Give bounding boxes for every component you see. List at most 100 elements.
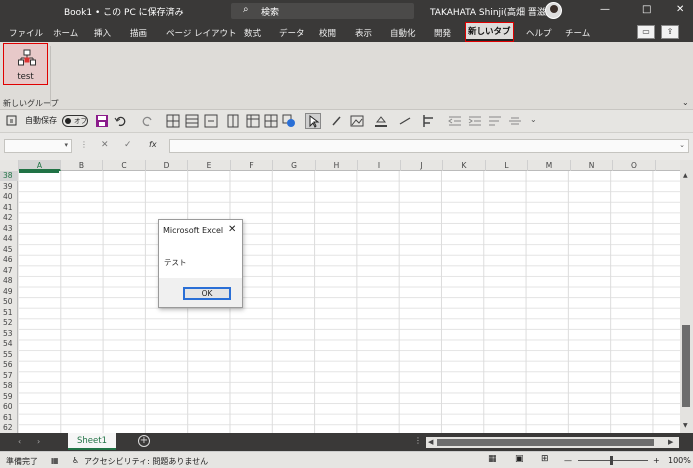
- zoom-slider[interactable]: [578, 460, 648, 461]
- page-layout-view-icon[interactable]: ▣: [515, 454, 524, 464]
- column-header-f[interactable]: F: [231, 160, 273, 171]
- tab-formulas[interactable]: 数式: [244, 27, 261, 39]
- column-header-e[interactable]: E: [188, 160, 231, 171]
- borders-icon[interactable]: [166, 114, 180, 128]
- tab-page-layout[interactable]: ページ レイアウト: [166, 27, 237, 39]
- collapse-ribbon-icon[interactable]: ⌄: [682, 98, 689, 107]
- row-header[interactable]: 41: [0, 203, 18, 213]
- name-box[interactable]: ▾: [4, 139, 72, 153]
- prev-sheet-icon[interactable]: ‹: [18, 437, 21, 446]
- row-header[interactable]: 55: [0, 350, 18, 360]
- ok-button[interactable]: OK: [183, 287, 231, 300]
- normal-view-icon[interactable]: ▦: [488, 454, 497, 464]
- column-header-o[interactable]: O: [613, 160, 656, 171]
- minimize-button[interactable]: —: [600, 4, 610, 15]
- vertical-scroll-thumb[interactable]: [682, 325, 690, 407]
- picture-icon[interactable]: [350, 114, 364, 128]
- column-header-h[interactable]: H: [316, 160, 358, 171]
- tab-review[interactable]: 校閲: [319, 27, 336, 39]
- comments-button[interactable]: ▭: [637, 25, 655, 39]
- row-header[interactable]: 51: [0, 308, 18, 318]
- row-header[interactable]: 61: [0, 413, 18, 423]
- column-header-c[interactable]: C: [103, 160, 146, 171]
- macro-record-icon[interactable]: ▦: [51, 456, 59, 465]
- enter-icon[interactable]: ✓: [124, 140, 132, 150]
- strikethrough-icon[interactable]: [508, 114, 522, 128]
- tab-draw[interactable]: 描画: [130, 27, 147, 39]
- row-header[interactable]: 58: [0, 381, 18, 391]
- expand-formula-icon[interactable]: ⌄: [679, 141, 685, 149]
- save-icon[interactable]: [95, 114, 109, 128]
- row-header[interactable]: 54: [0, 339, 18, 349]
- insert-column-icon[interactable]: [226, 114, 240, 128]
- row-header[interactable]: 62: [0, 423, 18, 433]
- table-icon[interactable]: [185, 114, 199, 128]
- row-header[interactable]: 46: [0, 255, 18, 265]
- row-header[interactable]: 39: [0, 182, 18, 192]
- column-header-l[interactable]: L: [486, 160, 528, 171]
- decrease-indent-icon[interactable]: [448, 114, 462, 128]
- column-header-k[interactable]: K: [443, 160, 486, 171]
- row-header[interactable]: 42: [0, 213, 18, 223]
- accessibility-status[interactable]: アクセシビリティ: 問題ありません: [84, 456, 208, 467]
- column-header-m[interactable]: M: [528, 160, 571, 171]
- worksheet-grid[interactable]: [19, 171, 680, 433]
- column-header-i[interactable]: I: [358, 160, 401, 171]
- zoom-in-icon[interactable]: +: [653, 456, 660, 465]
- zoom-out-icon[interactable]: —: [564, 456, 572, 465]
- tab-help[interactable]: ヘルプ: [526, 27, 552, 39]
- insert-function-icon[interactable]: fx: [149, 140, 157, 149]
- formula-bar-options-icon[interactable]: ⋮: [80, 140, 88, 149]
- row-header[interactable]: 38: [0, 171, 18, 181]
- scroll-up-icon[interactable]: ▲: [683, 172, 688, 179]
- scroll-down-icon[interactable]: ▼: [683, 422, 688, 429]
- tab-automate[interactable]: 自動化: [390, 27, 416, 39]
- line-color-icon[interactable]: [398, 114, 412, 128]
- row-header[interactable]: 44: [0, 234, 18, 244]
- sheet-bar-splitter-icon[interactable]: ⋮: [414, 436, 422, 445]
- row-header[interactable]: 57: [0, 371, 18, 381]
- tab-view[interactable]: 表示: [355, 27, 372, 39]
- row-header[interactable]: 60: [0, 402, 18, 412]
- format-painter-icon[interactable]: [330, 114, 344, 128]
- freeze-panes-icon[interactable]: [246, 114, 260, 128]
- tab-insert[interactable]: 挿入: [94, 27, 111, 39]
- tab-new-tab[interactable]: 新しいタブ: [465, 22, 514, 42]
- column-header-b[interactable]: B: [61, 160, 103, 171]
- shapes-icon[interactable]: [282, 114, 296, 128]
- tab-developer[interactable]: 開発: [434, 27, 451, 39]
- column-header-n[interactable]: N: [571, 160, 613, 171]
- autosave-toggle[interactable]: オフ: [62, 115, 88, 127]
- close-button[interactable]: ✕: [676, 4, 684, 15]
- row-header[interactable]: 48: [0, 276, 18, 286]
- scroll-left-icon[interactable]: ◀: [428, 438, 433, 446]
- grid-icon[interactable]: [264, 114, 278, 128]
- row-header[interactable]: 43: [0, 224, 18, 234]
- fill-color-icon[interactable]: [374, 114, 388, 128]
- column-header-d[interactable]: D: [146, 160, 188, 171]
- avatar[interactable]: [545, 2, 562, 19]
- undo-icon[interactable]: [114, 114, 128, 128]
- page-break-view-icon[interactable]: ⊞: [541, 454, 549, 464]
- column-header-g[interactable]: G: [273, 160, 316, 171]
- select-all-corner[interactable]: [0, 160, 19, 171]
- select-objects-icon[interactable]: [305, 113, 321, 129]
- column-header-a[interactable]: A: [19, 160, 61, 171]
- restore-button[interactable]: □: [642, 4, 651, 15]
- sheet-tab-sheet1[interactable]: Sheet1: [68, 433, 116, 450]
- scroll-right-icon[interactable]: ▶: [668, 438, 673, 446]
- zoom-slider-thumb[interactable]: [610, 456, 613, 465]
- share-button[interactable]: ⇪: [661, 25, 679, 39]
- tab-home[interactable]: ホーム: [53, 27, 78, 39]
- customize-qat-icon[interactable]: ⌄: [530, 115, 537, 124]
- cancel-icon[interactable]: ✕: [101, 140, 109, 150]
- zoom-level[interactable]: 100%: [668, 456, 691, 465]
- merge-icon[interactable]: [204, 114, 218, 128]
- formula-input[interactable]: ⌄: [169, 139, 689, 153]
- touch-mode-icon[interactable]: [5, 114, 19, 128]
- dialog-close-icon[interactable]: ✕: [228, 224, 236, 235]
- accessibility-icon[interactable]: ♿: [72, 456, 79, 465]
- row-header[interactable]: 52: [0, 318, 18, 328]
- row-header[interactable]: 53: [0, 329, 18, 339]
- next-sheet-icon[interactable]: ›: [37, 437, 40, 446]
